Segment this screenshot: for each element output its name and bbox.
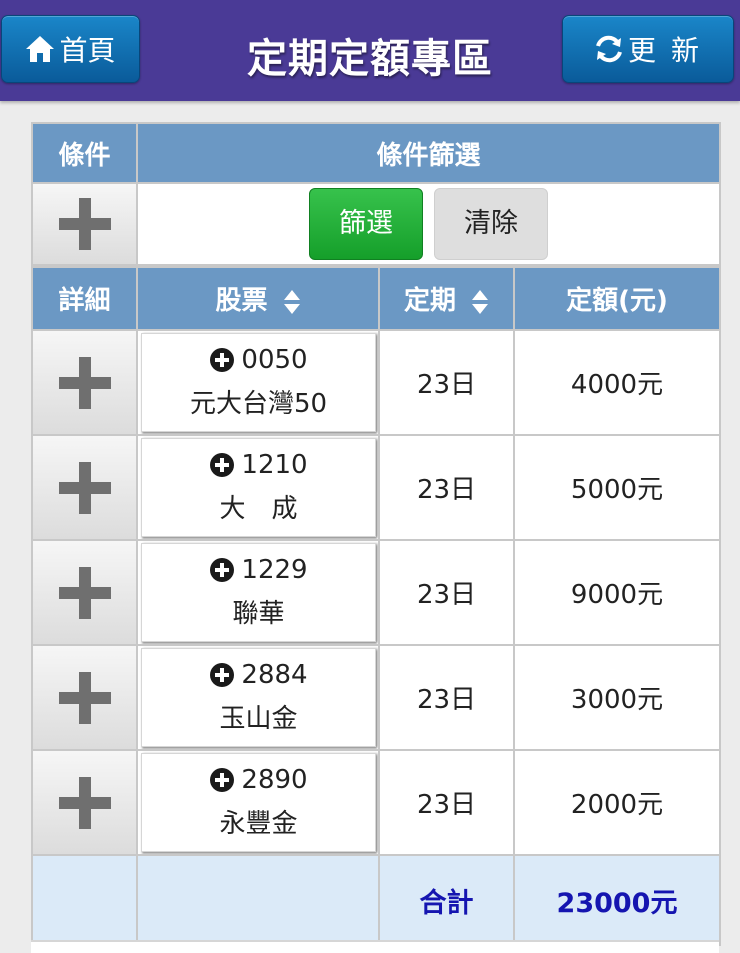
period-cell: 23日 [378, 539, 515, 646]
total-label: 合計 [378, 854, 515, 946]
stock-button[interactable]: 1210 大 成 [141, 438, 376, 537]
total-empty-cell [31, 854, 138, 946]
sort-icon [283, 289, 300, 314]
plus-icon [58, 461, 111, 514]
plus-icon [58, 776, 111, 829]
main-panel: 條件 條件篩選 篩選 清除 詳細 股票 定期 定額(元) 0050 元大台灣50… [31, 122, 721, 946]
stock-code: 1210 [241, 450, 308, 480]
table-row: 2884 玉山金 23日 3000元 [31, 644, 721, 751]
filter-actions: 篩選 清除 [136, 182, 721, 266]
plus-circle-icon [210, 348, 235, 372]
amount-cell: 4000元 [513, 329, 721, 436]
refresh-icon [596, 35, 622, 63]
plus-icon [58, 356, 111, 409]
amount-cell: 9000元 [513, 539, 721, 646]
stock-button[interactable]: 0050 元大台灣50 [141, 333, 376, 432]
plus-circle-icon [210, 558, 235, 582]
row-detail-button[interactable] [31, 539, 138, 646]
table-row: 2890 永豐金 23日 2000元 [31, 749, 721, 856]
filter-table: 條件 條件篩選 篩選 清除 [31, 122, 721, 266]
detail-column-header: 詳細 [31, 266, 138, 331]
refresh-label: 更 新 [628, 34, 702, 67]
filter-button[interactable]: 篩選 [308, 188, 423, 260]
add-condition-button[interactable] [31, 182, 138, 266]
bottom-strip [31, 940, 719, 953]
period-column-label: 定期 [403, 286, 456, 316]
row-detail-button[interactable] [31, 644, 138, 751]
stock-button[interactable]: 2884 玉山金 [141, 648, 376, 747]
stock-name: 大 成 [219, 494, 298, 524]
period-cell: 23日 [378, 749, 515, 856]
amount-cell: 5000元 [513, 434, 721, 541]
table-row: 0050 元大台灣50 23日 4000元 [31, 329, 721, 436]
stock-name: 玉山金 [219, 704, 298, 734]
stock-name: 元大台灣50 [189, 389, 328, 419]
plus-icon [58, 198, 111, 250]
period-column-header[interactable]: 定期 [378, 266, 515, 331]
stock-code: 1229 [241, 555, 308, 585]
stock-code: 0050 [241, 345, 308, 375]
stock-button[interactable]: 2890 永豐金 [141, 753, 376, 852]
sort-icon [472, 289, 489, 314]
table-row: 1210 大 成 23日 5000元 [31, 434, 721, 541]
amount-column-header: 定額(元) [513, 266, 721, 331]
plus-icon [58, 566, 111, 619]
period-cell: 23日 [378, 329, 515, 436]
period-cell: 23日 [378, 644, 515, 751]
total-empty-cell [136, 854, 380, 946]
stock-column-label: 股票 [215, 286, 268, 316]
total-row: 合計 23000元 [31, 854, 721, 946]
stock-button[interactable]: 1229 聯華 [141, 543, 376, 642]
row-detail-button[interactable] [31, 749, 138, 856]
plus-circle-icon [210, 453, 235, 477]
row-detail-button[interactable] [31, 329, 138, 436]
stock-code: 2884 [241, 660, 308, 690]
period-cell: 23日 [378, 434, 515, 541]
plus-circle-icon [210, 768, 235, 792]
stock-name: 永豐金 [219, 809, 298, 839]
plus-icon [58, 671, 111, 724]
amount-cell: 3000元 [513, 644, 721, 751]
top-bar: 首頁 定期定額專區 更 新 [0, 0, 740, 101]
filter-header: 條件篩選 [136, 122, 721, 184]
row-detail-button[interactable] [31, 434, 138, 541]
stock-name: 聯華 [232, 599, 285, 629]
stock-column-header[interactable]: 股票 [136, 266, 380, 331]
refresh-button[interactable]: 更 新 [562, 15, 734, 83]
amount-cell: 2000元 [513, 749, 721, 856]
total-value: 23000元 [513, 854, 721, 946]
plus-circle-icon [210, 663, 235, 687]
stock-code: 2890 [241, 765, 308, 795]
condition-header: 條件 [31, 122, 138, 184]
table-row: 1229 聯華 23日 9000元 [31, 539, 721, 646]
clear-button[interactable]: 清除 [434, 188, 549, 260]
stock-table: 詳細 股票 定期 定額(元) 0050 元大台灣50 23日 4000元 121… [31, 266, 721, 946]
